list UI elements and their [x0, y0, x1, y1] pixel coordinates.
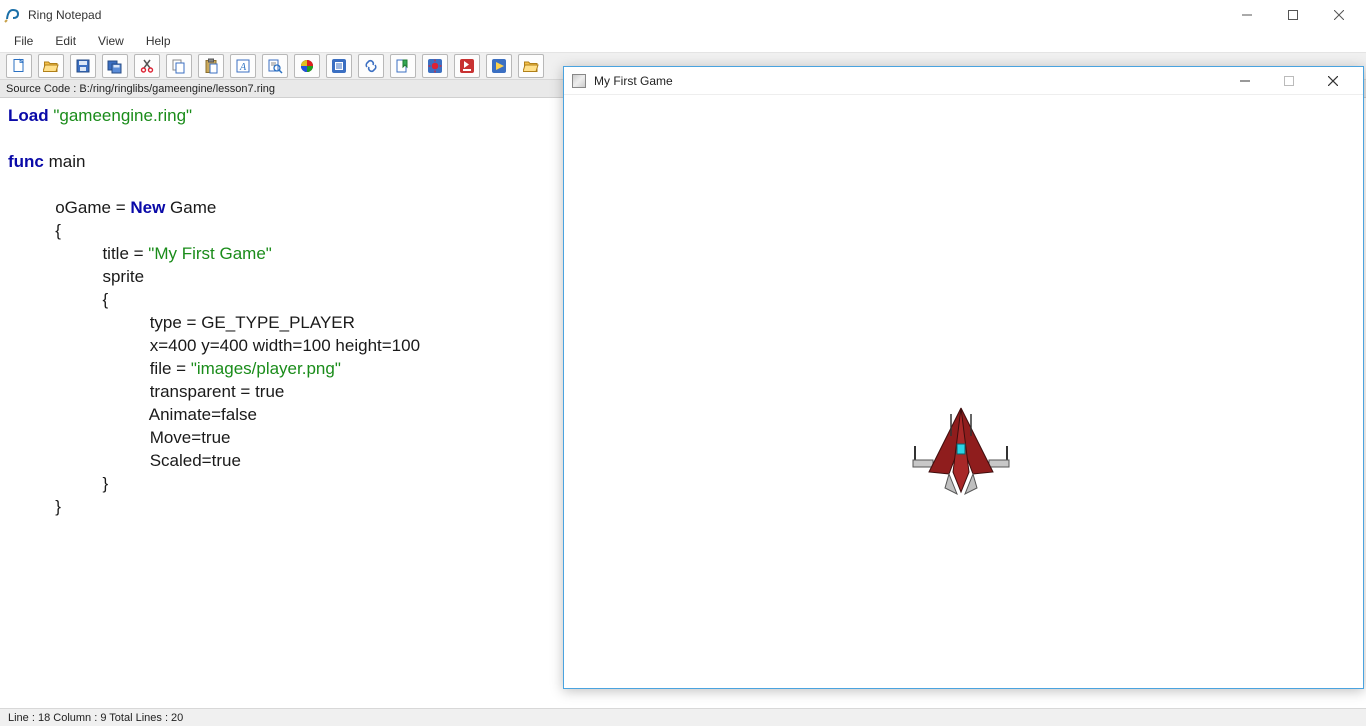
menu-edit[interactable]: Edit [45, 32, 86, 50]
window-titlebar: Ring Notepad [0, 0, 1366, 30]
cut-icon[interactable] [134, 54, 160, 78]
code-text: sprite [8, 267, 144, 286]
game-window-titlebar[interactable]: My First Game [564, 67, 1363, 95]
find-icon[interactable] [262, 54, 288, 78]
run-noconsole-icon[interactable] [486, 54, 512, 78]
window-controls [1224, 0, 1362, 30]
code-string: "My First Game" [148, 244, 272, 263]
game-window-title: My First Game [594, 74, 673, 88]
source-path-label: Source Code : B:/ring/ringlibs/gameengin… [6, 83, 275, 95]
status-text: Line : 18 Column : 9 Total Lines : 20 [8, 712, 183, 724]
code-text: type = GE_TYPE_PLAYER [8, 313, 355, 332]
code-text: { [8, 290, 108, 309]
code-text: main [44, 152, 86, 171]
open-folder-icon[interactable] [518, 54, 544, 78]
code-text: Animate=false [8, 405, 257, 424]
game-window[interactable]: My First Game [563, 66, 1364, 689]
app-icon [4, 6, 22, 24]
game-minimize-button[interactable] [1223, 67, 1267, 95]
player-sprite[interactable] [911, 402, 1011, 502]
code-text: title = [8, 244, 148, 263]
code-text: Scaled=true [8, 451, 241, 470]
link-icon[interactable] [358, 54, 384, 78]
code-text: Move=true [8, 428, 231, 447]
maximize-button[interactable] [1270, 0, 1316, 30]
save-icon[interactable] [70, 54, 96, 78]
game-app-icon [572, 74, 586, 88]
code-string: "gameengine.ring" [53, 106, 192, 125]
close-button[interactable] [1316, 0, 1362, 30]
color-picker-icon[interactable] [294, 54, 320, 78]
code-text: } [8, 474, 108, 493]
print-icon[interactable] [326, 54, 352, 78]
minimize-button[interactable] [1224, 0, 1270, 30]
code-keyword-load: Load [8, 106, 49, 125]
menu-view[interactable]: View [88, 32, 134, 50]
code-keyword-new: New [130, 198, 165, 217]
copy-icon[interactable] [166, 54, 192, 78]
code-string: "images/player.png" [191, 359, 341, 378]
window-title: Ring Notepad [28, 8, 101, 22]
bookmark-icon[interactable] [390, 54, 416, 78]
game-maximize-button[interactable] [1267, 67, 1311, 95]
open-file-icon[interactable] [38, 54, 64, 78]
new-file-icon[interactable] [6, 54, 32, 78]
code-text: Game [165, 198, 216, 217]
game-canvas[interactable] [564, 95, 1363, 688]
game-close-button[interactable] [1311, 67, 1355, 95]
font-icon[interactable]: A [230, 54, 256, 78]
statusbar: Line : 18 Column : 9 Total Lines : 20 [0, 708, 1366, 726]
svg-text:A: A [239, 62, 247, 73]
code-text: x=400 y=400 width=100 height=100 [8, 336, 420, 355]
menu-help[interactable]: Help [136, 32, 181, 50]
menu-file[interactable]: File [4, 32, 43, 50]
code-text: } [8, 497, 61, 516]
code-keyword-func: func [8, 152, 44, 171]
paste-icon[interactable] [198, 54, 224, 78]
debug-icon[interactable] [422, 54, 448, 78]
code-text: oGame = [8, 198, 130, 217]
menubar: File Edit View Help [0, 30, 1366, 52]
code-text: { [8, 221, 61, 240]
code-text: file = [8, 359, 191, 378]
run-icon[interactable] [454, 54, 480, 78]
code-text: transparent = true [8, 382, 284, 401]
save-copies-icon[interactable] [102, 54, 128, 78]
